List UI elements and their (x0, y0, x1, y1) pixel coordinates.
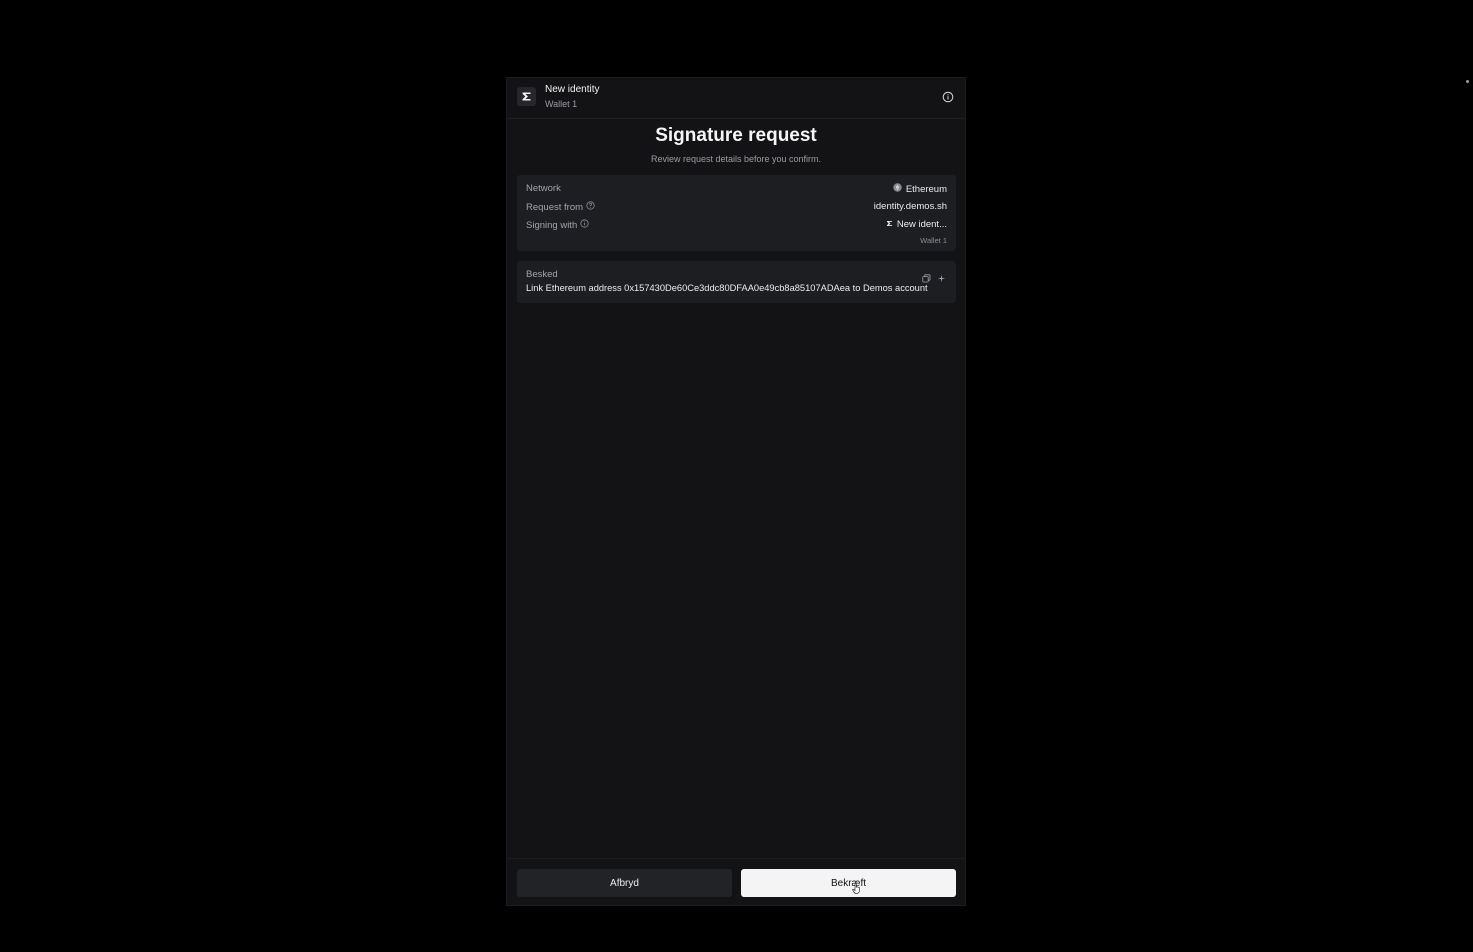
request-from-value: identity.demos.sh (873, 201, 947, 212)
identity-name: New identity (545, 84, 600, 95)
message-label: Besked (526, 269, 558, 280)
sigma-small-icon (886, 219, 893, 230)
info-icon[interactable] (942, 90, 954, 103)
network-value: Ethereum (893, 183, 947, 195)
wallet-name: Wallet 1 (545, 99, 578, 109)
signature-request-panel: New identity Wallet 1 Signature request … (506, 77, 966, 906)
request-from-label: Request from (526, 201, 595, 213)
network-label: Network (526, 183, 561, 194)
message-text: Link Ethereum address 0x157430De60Ce3ddc… (526, 283, 928, 293)
info-small-icon[interactable] (580, 219, 589, 231)
help-icon[interactable] (586, 201, 595, 213)
signing-with-value: New ident... (886, 219, 947, 230)
page-subtitle: Review request details before you confir… (650, 154, 822, 164)
page-title: Signature request (655, 125, 817, 146)
panel-header: New identity Wallet 1 (507, 78, 965, 119)
signing-with-label: Signing with (526, 219, 589, 231)
confirm-button[interactable]: Bekræft (741, 869, 956, 897)
ethereum-icon (893, 183, 902, 195)
message-card: Besked Link Ethereum address 0x157430De6… (517, 261, 956, 303)
stray-dot (1466, 80, 1469, 83)
footer-divider (507, 858, 965, 859)
cancel-button[interactable]: Afbryd (517, 869, 732, 897)
sigma-logo-icon (517, 87, 536, 106)
request-details-card: Network Ethereum Request from identity.d… (517, 175, 956, 251)
signing-with-wallet: Wallet 1 (920, 236, 947, 245)
sparkle-icon[interactable] (937, 270, 946, 288)
